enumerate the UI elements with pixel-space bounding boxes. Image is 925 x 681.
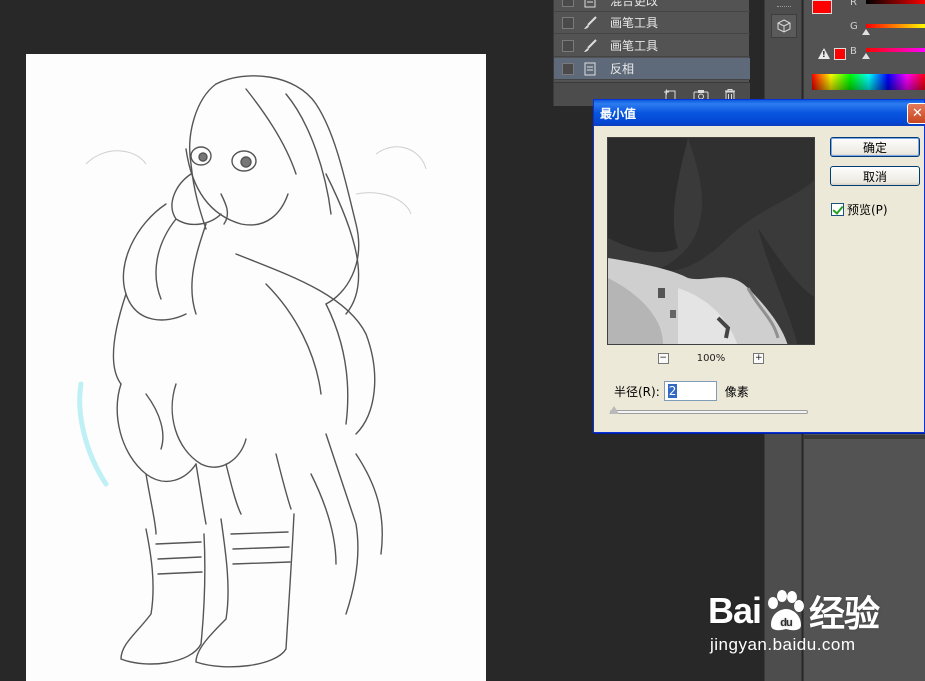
- paw-icon: du: [763, 589, 807, 633]
- history-item-label: 画笔工具: [610, 16, 659, 30]
- channel-label-r: R: [850, 0, 857, 8]
- history-item-active[interactable]: 反相: [554, 58, 750, 80]
- radius-input[interactable]: 2: [663, 381, 717, 401]
- grip-dots[interactable]: [777, 6, 791, 9]
- foreground-color-swatch[interactable]: [812, 0, 832, 14]
- radius-row: 半径(R): 2 像素: [614, 381, 749, 401]
- history-panel: 混合更改 画笔工具 画笔工具 反相: [553, 0, 750, 106]
- blue-slider-bar[interactable]: [866, 48, 925, 52]
- color-spectrum-ramp[interactable]: [812, 74, 925, 90]
- radius-label: 半径(R):: [614, 384, 660, 399]
- radius-slider-thumb[interactable]: [609, 406, 619, 414]
- preview-checkbox-label: 预览(P): [847, 203, 888, 217]
- sketch-illustration: [77, 75, 427, 668]
- history-item-label: 反相: [610, 62, 635, 76]
- red-slider-bar[interactable]: [866, 0, 925, 4]
- cancel-button[interactable]: 取消: [830, 166, 920, 186]
- panel-divider: [804, 435, 925, 439]
- channel-label-b: B: [850, 46, 857, 57]
- history-item-label: 画笔工具: [610, 39, 659, 53]
- preview-image: [608, 138, 814, 344]
- history-item-label: 混合更改: [610, 0, 659, 8]
- history-item[interactable]: 画笔工具: [554, 12, 750, 34]
- baidu-jingyan-watermark: Bai du 经验 jingyan.baidu.com: [708, 585, 918, 665]
- gamut-warning-icon[interactable]: !: [818, 48, 830, 59]
- green-slider-bar[interactable]: [866, 24, 925, 28]
- radius-slider-track[interactable]: [610, 410, 808, 414]
- document-icon: [582, 61, 598, 77]
- zoom-out-button[interactable]: −: [657, 352, 669, 364]
- radius-unit: 像素: [724, 384, 749, 399]
- watermark-brand-left: Bai: [708, 590, 762, 631]
- radius-value: 2: [667, 384, 678, 398]
- channel-label-g: G: [850, 21, 858, 32]
- preview-checkbox[interactable]: [831, 203, 844, 216]
- history-checkbox[interactable]: [562, 62, 574, 75]
- brush-icon: [582, 38, 598, 54]
- zoom-controls: − 100% +: [607, 351, 815, 365]
- history-checkbox[interactable]: [562, 16, 574, 29]
- dialog-title: 最小值: [600, 106, 637, 121]
- ok-button[interactable]: 确定: [830, 137, 920, 157]
- watermark-brand-right: 经验: [809, 593, 880, 634]
- history-item[interactable]: 画笔工具: [554, 35, 750, 57]
- zoom-level: 100%: [696, 352, 726, 364]
- document-icon: [582, 0, 598, 9]
- canvas-document[interactable]: [26, 54, 486, 681]
- 3d-panel-icon[interactable]: [771, 14, 797, 38]
- watermark-url: jingyan.baidu.com: [710, 635, 856, 654]
- watermark-logo: Bai du 经验: [708, 585, 880, 637]
- gamut-color-swatch[interactable]: [834, 48, 846, 60]
- history-item[interactable]: 混合更改: [554, 0, 750, 12]
- history-checkbox[interactable]: [562, 39, 574, 52]
- preview-option[interactable]: 预览(P): [831, 201, 888, 218]
- close-icon: ✕: [912, 106, 923, 121]
- dialog-titlebar[interactable]: 最小值: [594, 100, 924, 126]
- zoom-in-button[interactable]: +: [753, 352, 765, 364]
- history-checkbox[interactable]: [562, 0, 574, 7]
- close-button[interactable]: ✕: [907, 103, 925, 124]
- minimum-filter-dialog: 最小值 ✕ − 100% + 确定 取消 预览(P) 半径(R): 2 像素: [593, 99, 925, 433]
- green-slider-thumb[interactable]: [862, 29, 870, 35]
- brush-icon: [582, 15, 598, 31]
- blue-slider-thumb[interactable]: [862, 53, 870, 59]
- filter-preview[interactable]: [607, 137, 815, 345]
- svg-text:du: du: [780, 617, 792, 629]
